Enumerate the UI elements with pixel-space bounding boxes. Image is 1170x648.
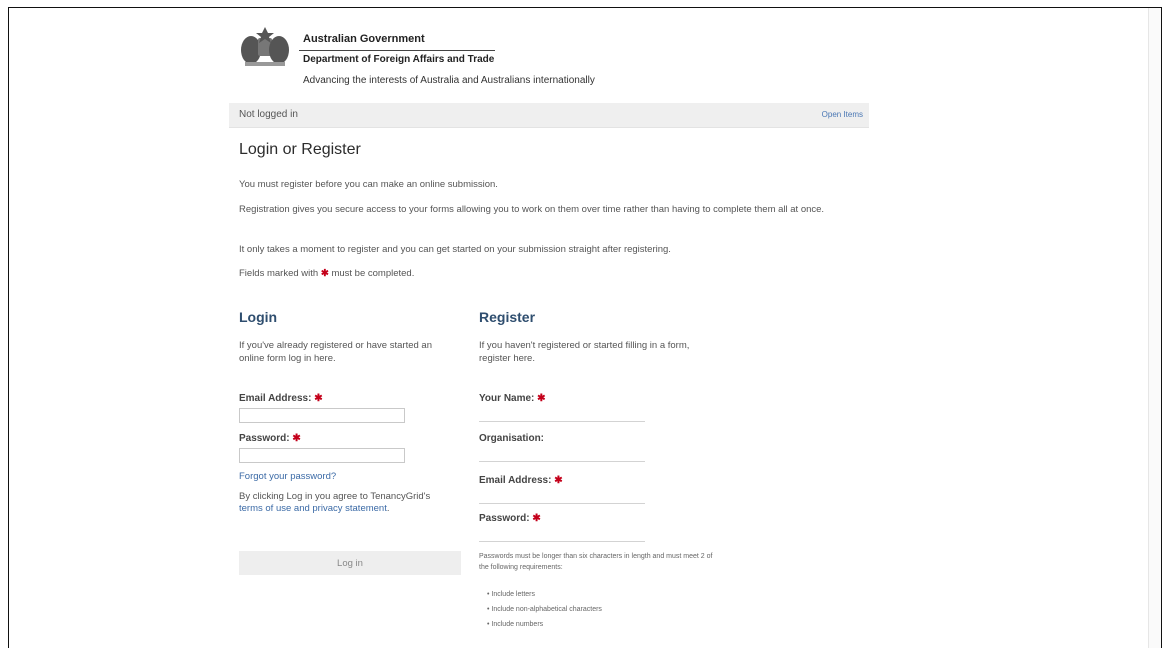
list-item: Include non-alphabetical characters: [487, 602, 602, 617]
status-bar: Not logged in Open Items: [229, 103, 869, 128]
required-note-text-end: must be completed.: [331, 268, 415, 279]
terms-privacy-link[interactable]: terms of use and privacy statement: [239, 503, 387, 514]
login-email-label: Email Address: ✱: [239, 393, 323, 404]
page-title: Login or Register: [239, 141, 361, 158]
register-name-label-text: Your Name:: [479, 393, 535, 404]
required-marker-icon: ✱: [314, 393, 323, 404]
login-button[interactable]: Log in: [239, 551, 461, 575]
main-content: Login or Register You must register befo…: [239, 141, 869, 628]
page-container: Australian Government Department of Fore…: [229, 8, 869, 628]
login-section: Login If you've already registered or ha…: [239, 309, 469, 575]
required-fields-note: Fields marked with ✱ must be completed.: [239, 267, 414, 281]
browser-frame: Australian Government Department of Fore…: [8, 7, 1162, 648]
department-tagline: Advancing the interests of Australia and…: [303, 75, 595, 86]
page-scrollbar[interactable]: [1148, 8, 1161, 648]
register-email-label: Email Address: ✱: [479, 475, 563, 486]
intro-paragraph-3: It only takes a moment to register and y…: [239, 244, 671, 255]
government-name: Australian Government: [303, 33, 425, 45]
register-name-input[interactable]: [479, 407, 645, 422]
register-organisation-label: Organisation:: [479, 433, 545, 444]
header-divider: [299, 50, 495, 51]
register-heading: Register: [479, 309, 536, 325]
required-marker-icon: ✱: [292, 433, 301, 444]
register-organisation-input[interactable]: [479, 447, 645, 462]
login-terms: By clicking Log in you agree to TenancyG…: [239, 491, 449, 515]
register-section: Register If you haven't registered or st…: [479, 309, 712, 628]
department-name: Department of Foreign Affairs and Trade: [303, 54, 495, 65]
register-password-label: Password: ✱: [479, 513, 541, 524]
register-password-input[interactable]: [479, 527, 645, 542]
login-password-input[interactable]: [239, 448, 405, 463]
list-item: Include letters: [487, 587, 602, 602]
register-email-input[interactable]: [479, 489, 645, 504]
login-email-input[interactable]: [239, 408, 405, 423]
password-requirements-list: Include letters Include non-alphabetical…: [487, 587, 602, 632]
required-note-text: Fields marked with: [239, 268, 319, 279]
login-password-label-text: Password:: [239, 433, 290, 444]
password-requirements-note: Passwords must be longer than six charac…: [479, 553, 713, 571]
register-name-label: Your Name: ✱: [479, 393, 546, 404]
intro-paragraph-1: You must register before you can make an…: [239, 179, 498, 190]
site-header: Australian Government Department of Fore…: [229, 8, 869, 98]
required-marker-icon: ✱: [532, 513, 541, 524]
login-heading: Login: [239, 309, 278, 325]
login-password-label: Password: ✱: [239, 433, 301, 444]
required-marker-icon: ✱: [554, 475, 563, 486]
terms-text-end: .: [386, 503, 390, 514]
coat-of-arms-icon: [241, 27, 289, 66]
login-email-label-text: Email Address:: [239, 393, 312, 404]
register-email-label-text: Email Address:: [479, 475, 552, 486]
open-items-link[interactable]: Open Items: [822, 110, 863, 119]
register-description: If you haven't registered or started fil…: [479, 340, 690, 364]
login-status: Not logged in: [239, 109, 298, 120]
login-description: If you've already registered or have sta…: [239, 340, 432, 364]
required-marker-icon: ✱: [537, 393, 546, 404]
intro-paragraph-2: Registration gives you secure access to …: [239, 204, 825, 215]
terms-text: By clicking Log in you agree to TenancyG…: [239, 491, 431, 502]
register-password-label-text: Password:: [479, 513, 530, 524]
forgot-password-link[interactable]: Forgot your password?: [239, 471, 336, 482]
required-marker-icon: ✱: [320, 268, 329, 279]
